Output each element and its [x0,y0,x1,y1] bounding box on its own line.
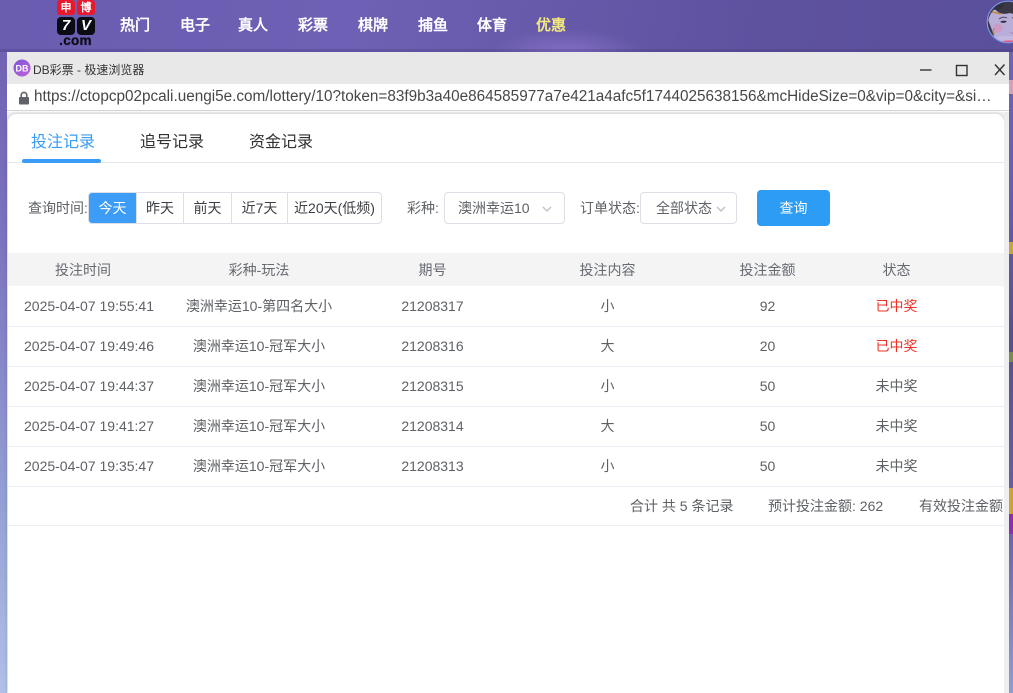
svg-text:DB: DB [16,64,29,74]
